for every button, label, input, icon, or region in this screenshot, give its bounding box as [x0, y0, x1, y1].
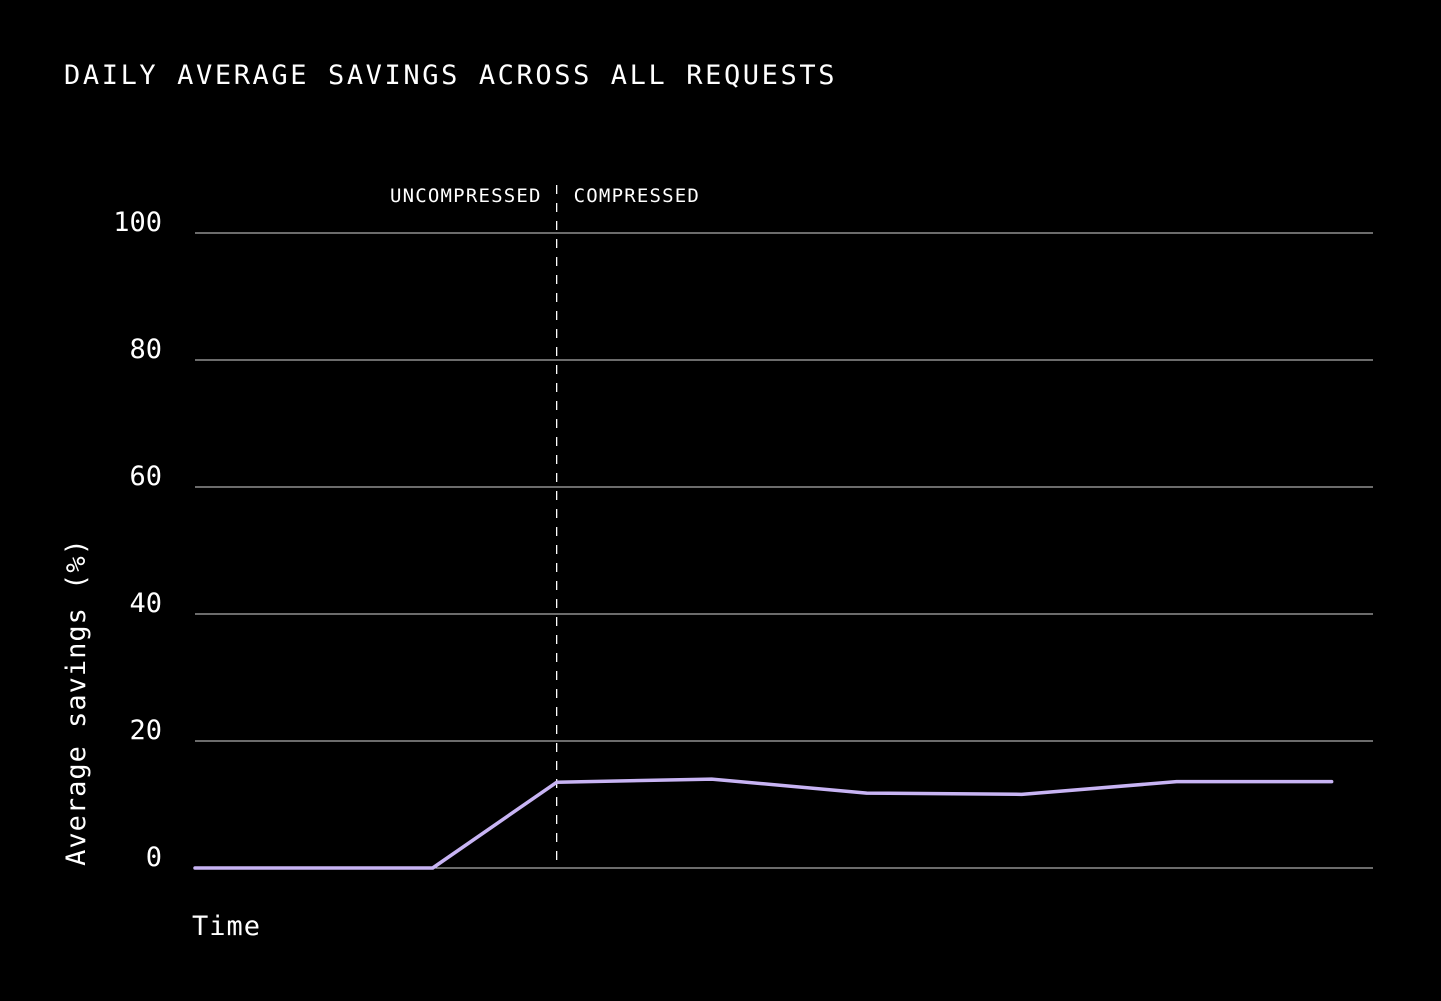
series-line-0 — [193, 777, 1334, 870]
gridlines — [195, 232, 1373, 869]
y-tick-label-0: 0 — [146, 842, 162, 873]
line-chart: 0 20 40 60 80 100 UNCOMPRESSED COMPRESSED Tim… — [61, 185, 1373, 942]
compressed-label: COMPRESSED — [574, 185, 700, 207]
y-tick-label-80: 80 — [129, 334, 162, 365]
series-layer — [193, 777, 1334, 870]
y-axis-ticks: 0 20 40 60 80 100 — [113, 207, 162, 873]
y-tick-label-60: 60 — [129, 461, 162, 492]
y-tick-label-40: 40 — [129, 588, 162, 619]
x-axis-label: Time — [192, 911, 261, 942]
uncompressed-label: UNCOMPRESSED — [390, 185, 542, 207]
y-axis-label: Average savings (%) — [61, 538, 92, 866]
y-tick-label-100: 100 — [113, 207, 162, 238]
y-tick-label-20: 20 — [129, 715, 162, 746]
